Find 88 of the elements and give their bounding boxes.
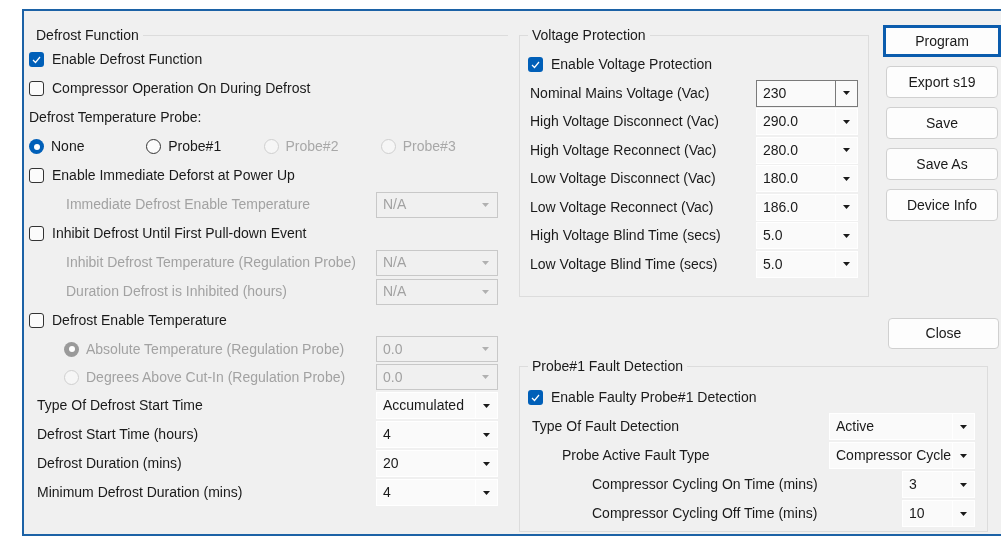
dropdown-arrow-icon xyxy=(482,375,489,379)
checkbox[interactable] xyxy=(528,57,543,72)
action-button[interactable]: Export s19 xyxy=(886,66,998,98)
dropdown[interactable]: 5.0 xyxy=(756,250,858,278)
radio-label: Probe#2 xyxy=(285,137,339,156)
radio-label: Probe#1 xyxy=(168,137,222,156)
dropdown-arrow-icon xyxy=(843,91,850,96)
radio-button[interactable] xyxy=(29,139,44,154)
dropdown-arrow-icon xyxy=(483,490,490,495)
radio-label: Probe#3 xyxy=(402,137,456,156)
field-label: High Voltage Blind Time (secs) xyxy=(530,226,721,246)
dropdown-arrow-icon xyxy=(483,461,490,466)
checkbox-label: Enable Immediate Deforst at Power Up xyxy=(52,166,295,185)
group-title: Defrost Function xyxy=(35,25,140,45)
field-label: High Voltage Reconnect (Vac) xyxy=(530,140,717,160)
checkbox-label: Defrost Enable Temperature xyxy=(52,311,227,330)
field-label: Low Voltage Blind Time (secs) xyxy=(530,254,718,274)
field-label: Nominal Mains Voltage (Vac) xyxy=(530,83,710,103)
checkbox[interactable] xyxy=(29,81,44,96)
check-icon xyxy=(531,60,540,69)
field-label: Probe Active Fault Type xyxy=(562,446,710,465)
dropdown-arrow-icon xyxy=(482,347,489,351)
dropdown-arrow-icon xyxy=(483,403,490,408)
radio-label: Absolute Temperature (Regulation Probe) xyxy=(86,339,345,359)
dropdown-arrow-icon xyxy=(483,432,490,437)
close-button[interactable]: Close xyxy=(888,318,999,349)
radio-label: Degrees Above Cut-In (Regulation Probe) xyxy=(86,367,346,387)
dropdown-arrow-icon xyxy=(843,148,850,153)
field-label: Type Of Defrost Start Time xyxy=(37,396,203,415)
dropdown-arrow-icon xyxy=(843,233,850,238)
action-button[interactable]: Device Info xyxy=(886,189,998,221)
field-label: Compressor Cycling Off Time (mins) xyxy=(592,504,818,523)
dropdown-arrow-icon xyxy=(482,289,489,294)
checkbox[interactable] xyxy=(29,52,44,67)
check-icon xyxy=(531,393,540,402)
dropdown-arrow-icon xyxy=(843,262,850,267)
field-label: Minimum Defrost Duration (mins) xyxy=(37,483,243,502)
field-label: Low Voltage Disconnect (Vac) xyxy=(530,169,716,189)
dropdown[interactable]: Compressor Cycle xyxy=(829,442,975,469)
dropdown-arrow-icon xyxy=(843,205,850,210)
group-title: Voltage Protection xyxy=(531,27,647,43)
field-label: Defrost Duration (mins) xyxy=(37,454,182,473)
field-label: Immediate Defrost Enable Temperature xyxy=(66,195,311,214)
dropdown[interactable]: 4 xyxy=(376,421,498,448)
dropdown-arrow-icon xyxy=(960,482,967,487)
dropdown-arrow-icon xyxy=(960,424,967,429)
dropdown-arrow-icon xyxy=(843,176,850,181)
dropdown[interactable]: 280.0 xyxy=(756,136,858,164)
dropdown[interactable]: Accumulated xyxy=(376,392,498,419)
action-button[interactable]: Save xyxy=(886,107,998,139)
dropdown[interactable]: 290.0 xyxy=(756,108,858,136)
dropdown-arrow-icon xyxy=(482,260,489,265)
dropdown[interactable]: 186.0 xyxy=(756,193,858,221)
checkbox-label: Compressor Operation On During Defrost xyxy=(52,79,311,98)
dropdown[interactable]: Active xyxy=(829,413,975,440)
field-label: Duration Defrost is Inhibited (hours) xyxy=(66,282,287,301)
checkbox-label: Inhibit Defrost Until First Pull-down Event xyxy=(52,224,307,243)
dropdown[interactable]: 180.0 xyxy=(756,165,858,193)
radio-button[interactable] xyxy=(146,139,162,154)
checkbox-label: Enable Faulty Probe#1 Detection xyxy=(551,388,757,407)
dropdown[interactable]: 3 xyxy=(902,471,975,498)
check-icon xyxy=(32,55,41,64)
dropdown[interactable]: 20 xyxy=(376,450,498,477)
checkbox[interactable] xyxy=(29,226,44,241)
dropdown-arrow-icon xyxy=(843,119,850,124)
checkbox-label: Enable Voltage Protection xyxy=(551,55,713,74)
field-label: Type Of Fault Detection xyxy=(532,417,680,436)
dropdown[interactable]: 10 xyxy=(902,500,975,527)
field-label: Low Voltage Reconnect (Vac) xyxy=(530,197,714,217)
dropdown[interactable]: 5.0 xyxy=(756,222,858,250)
field-label: Inhibit Defrost Temperature (Regulation Probe) xyxy=(66,253,356,272)
field-label: Compressor Cycling On Time (mins) xyxy=(592,475,818,494)
dropdown[interactable]: 230 xyxy=(756,79,858,107)
dropdown[interactable]: 4 xyxy=(376,479,498,506)
dropdown-arrow-icon xyxy=(482,202,489,207)
checkbox[interactable] xyxy=(528,390,543,405)
radio-label: None xyxy=(51,137,85,156)
action-button[interactable]: Save As xyxy=(886,148,998,180)
dropdown-arrow-icon xyxy=(960,511,967,516)
section-label: Defrost Temperature Probe: xyxy=(29,108,202,127)
dropdown-arrow-icon xyxy=(960,453,967,458)
action-button[interactable]: Program xyxy=(883,25,1001,57)
checkbox[interactable] xyxy=(29,168,44,183)
field-label: Defrost Start Time (hours) xyxy=(37,425,199,444)
checkbox[interactable] xyxy=(29,313,44,328)
group-title: Probe#1 Fault Detection xyxy=(531,358,684,374)
checkbox-label: Enable Defrost Function xyxy=(52,50,203,69)
field-label: High Voltage Disconnect (Vac) xyxy=(530,112,719,132)
